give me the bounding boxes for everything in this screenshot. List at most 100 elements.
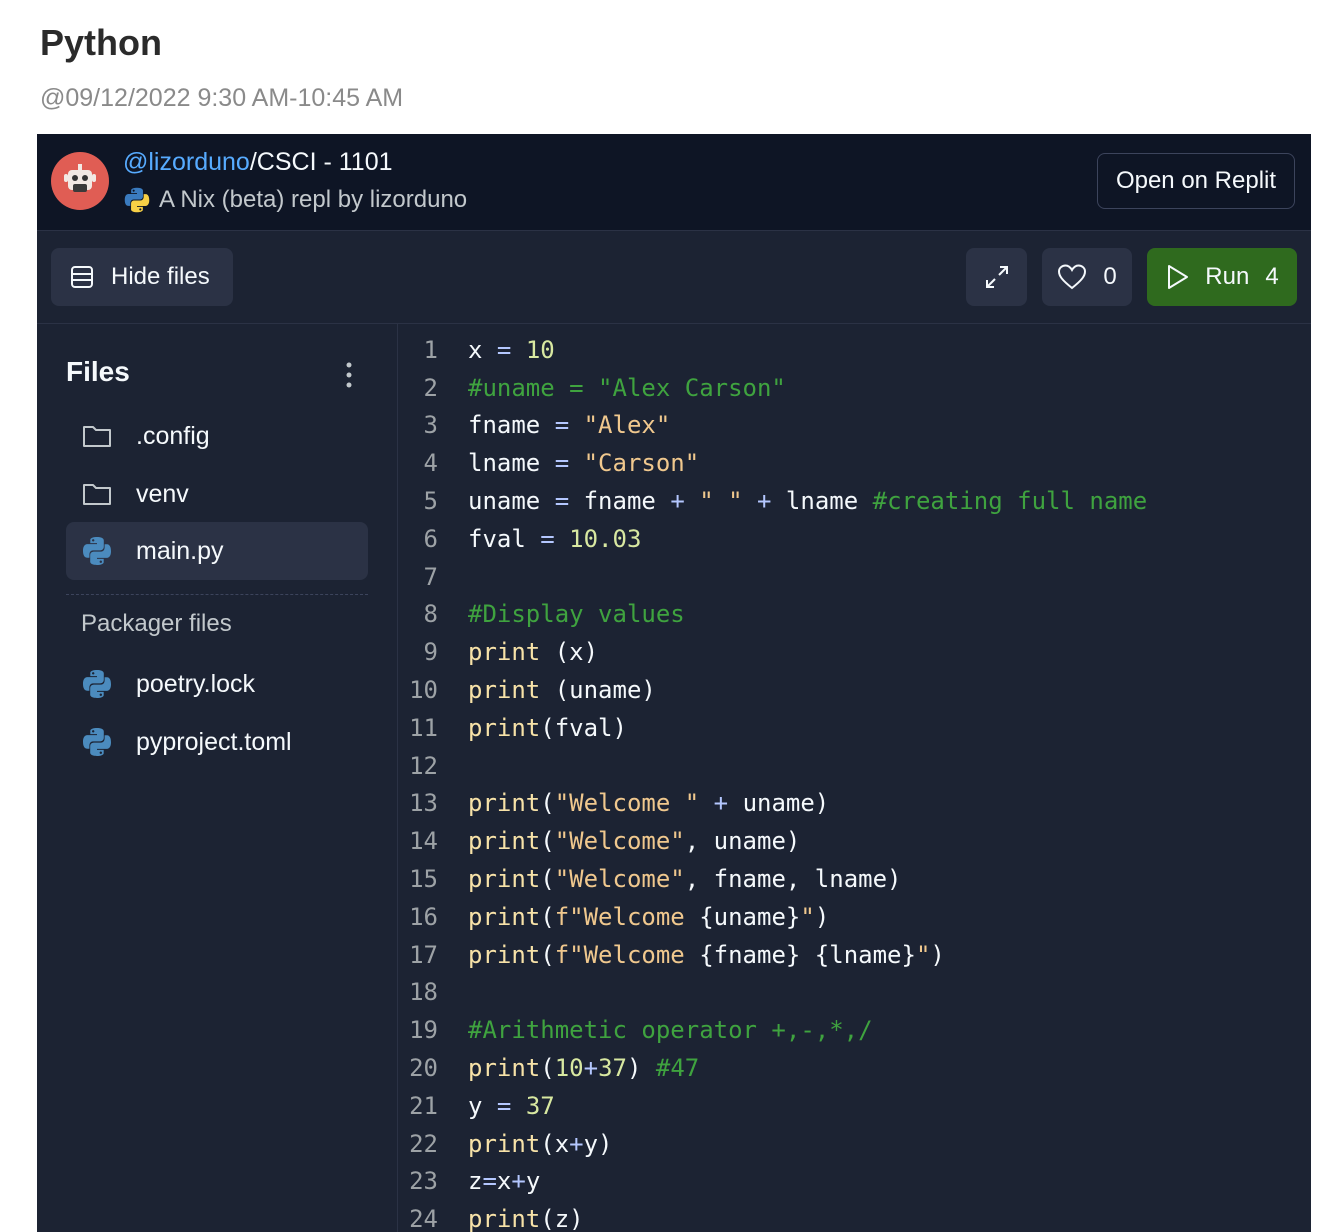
line-number: 7 bbox=[423, 562, 438, 591]
code-token: print bbox=[468, 827, 541, 856]
line-number: 12 bbox=[409, 751, 438, 780]
code-token: = bbox=[482, 1167, 497, 1196]
file-item-config[interactable]: .config bbox=[66, 407, 368, 465]
file-item-main-py[interactable]: main.py bbox=[66, 522, 368, 580]
python-icon bbox=[80, 667, 114, 701]
code-line: 2 #uname = "Alex Carson" bbox=[398, 369, 1147, 407]
code-line: 4 lname = "Carson" bbox=[398, 444, 1147, 482]
code-token: " bbox=[915, 940, 931, 969]
file-name: pyproject.toml bbox=[136, 727, 292, 756]
line-number: 6 bbox=[423, 524, 438, 553]
line-number: 17 bbox=[409, 940, 438, 969]
code-line: 1 x = 10 bbox=[398, 331, 1147, 369]
line-number: 3 bbox=[423, 411, 438, 440]
code-token: 10 bbox=[554, 1054, 584, 1083]
code-token: "Carson" bbox=[583, 449, 700, 478]
code-token: = bbox=[554, 449, 584, 478]
code-token: 10.03 bbox=[569, 524, 642, 553]
line-number: 22 bbox=[409, 1129, 438, 1158]
code-token: , uname) bbox=[684, 827, 801, 856]
code-token: + bbox=[670, 487, 700, 516]
code-line: 16 print(f"Welcome {uname} ") bbox=[398, 898, 1147, 936]
code-token: f"Welcome bbox=[554, 940, 700, 969]
folder-icon bbox=[80, 477, 114, 511]
file-item-pyproject-toml[interactable]: pyproject.toml bbox=[66, 713, 368, 771]
code-token: "Welcome" bbox=[554, 865, 685, 894]
like-count: 0 bbox=[1103, 263, 1117, 290]
code-token: ( bbox=[540, 940, 555, 969]
code-line: 6 fval = 10.03 bbox=[398, 520, 1147, 558]
code-token: print bbox=[468, 865, 541, 894]
code-token: ( bbox=[540, 1054, 555, 1083]
open-on-replit-button[interactable]: Open on Replit bbox=[1097, 153, 1295, 209]
user-link[interactable]: @lizorduno bbox=[123, 148, 250, 176]
code-token: uname bbox=[468, 487, 555, 516]
run-button[interactable]: Run 4 bbox=[1147, 248, 1297, 306]
code-token: 10 bbox=[525, 335, 555, 364]
like-button[interactable]: 0 bbox=[1042, 248, 1132, 306]
code-token: #Display values bbox=[468, 600, 685, 629]
line-number: 4 bbox=[423, 449, 438, 478]
line-number: 19 bbox=[409, 1016, 438, 1045]
file-item-venv[interactable]: venv bbox=[66, 465, 368, 523]
code-token: print bbox=[468, 1054, 541, 1083]
code-line: 7 bbox=[398, 558, 1147, 596]
files-title: Files bbox=[66, 356, 130, 387]
line-number: 21 bbox=[409, 1091, 438, 1120]
code-token: + bbox=[757, 487, 786, 516]
code-token: (z) bbox=[540, 1205, 584, 1232]
line-number: 24 bbox=[409, 1205, 438, 1232]
code-line: 11 print (fval) bbox=[398, 709, 1147, 747]
code-token: + bbox=[569, 1129, 584, 1158]
code-token: f"Welcome bbox=[554, 902, 700, 931]
line-number: 18 bbox=[409, 978, 438, 1007]
code-token: print bbox=[468, 940, 541, 969]
code-editor[interactable]: 1 x = 10 2 #uname = "Alex Carson" 3 fname = "… bbox=[398, 324, 1311, 1232]
code-line: 10 print (uname) bbox=[398, 671, 1147, 709]
code-token: #47 bbox=[655, 1054, 700, 1083]
code-token: #creating full name bbox=[872, 487, 1148, 516]
code-token: ( bbox=[540, 902, 555, 931]
line-number: 16 bbox=[409, 902, 438, 931]
code-token: print bbox=[468, 676, 555, 705]
code-line: 13 print("Welcome " + uname) bbox=[398, 785, 1147, 823]
file-sidebar: Files .config venv main.py Packager file… bbox=[37, 324, 398, 1232]
code-token: = bbox=[496, 1091, 526, 1120]
packager-files-title: Packager files bbox=[81, 610, 232, 637]
code-line: 12 bbox=[398, 747, 1147, 785]
repl-subtitle-text: A Nix (beta) repl by lizorduno bbox=[159, 186, 468, 213]
code-line: 21 y = 37 bbox=[398, 1087, 1147, 1125]
code-token: uname) bbox=[742, 789, 830, 818]
file-name: venv bbox=[136, 479, 189, 508]
python-icon bbox=[80, 725, 114, 759]
line-number: 13 bbox=[409, 789, 438, 818]
code-line: 20 print(10 +37) #47 bbox=[398, 1049, 1147, 1087]
code-token: print bbox=[468, 789, 541, 818]
line-number: 8 bbox=[423, 600, 438, 629]
code-token: y) bbox=[583, 1129, 613, 1158]
code-token: (x bbox=[540, 1129, 570, 1158]
kebab-menu-icon[interactable] bbox=[339, 358, 359, 392]
code-token: "Welcome " bbox=[554, 789, 714, 818]
code-token: 37 bbox=[598, 1054, 627, 1083]
code-token: z bbox=[468, 1167, 483, 1196]
code-token: lname bbox=[468, 449, 555, 478]
code-token: (uname) bbox=[554, 676, 656, 705]
avatar[interactable] bbox=[51, 152, 109, 210]
line-number: 11 bbox=[409, 713, 438, 742]
code-token: print bbox=[468, 713, 541, 742]
line-number: 23 bbox=[409, 1167, 438, 1196]
divider bbox=[66, 594, 368, 595]
code-token: "Alex" bbox=[583, 411, 671, 440]
toolbar: Hide files 0 Run 4 bbox=[37, 231, 1311, 324]
code-token: + bbox=[511, 1167, 526, 1196]
code-token: y bbox=[468, 1091, 497, 1120]
expand-button[interactable] bbox=[966, 248, 1027, 306]
expand-icon bbox=[985, 266, 1008, 288]
code-token: ) bbox=[626, 1054, 656, 1083]
hide-files-button[interactable]: Hide files bbox=[51, 248, 233, 306]
replit-embed: @lizorduno/CSCI - 1101 A Nix (beta) repl… bbox=[37, 134, 1311, 1232]
file-item-poetry-lock[interactable]: poetry.lock bbox=[66, 655, 368, 713]
python-icon bbox=[124, 187, 150, 213]
code-line: 5 uname = fname + " " + lname #creating f… bbox=[398, 482, 1148, 520]
